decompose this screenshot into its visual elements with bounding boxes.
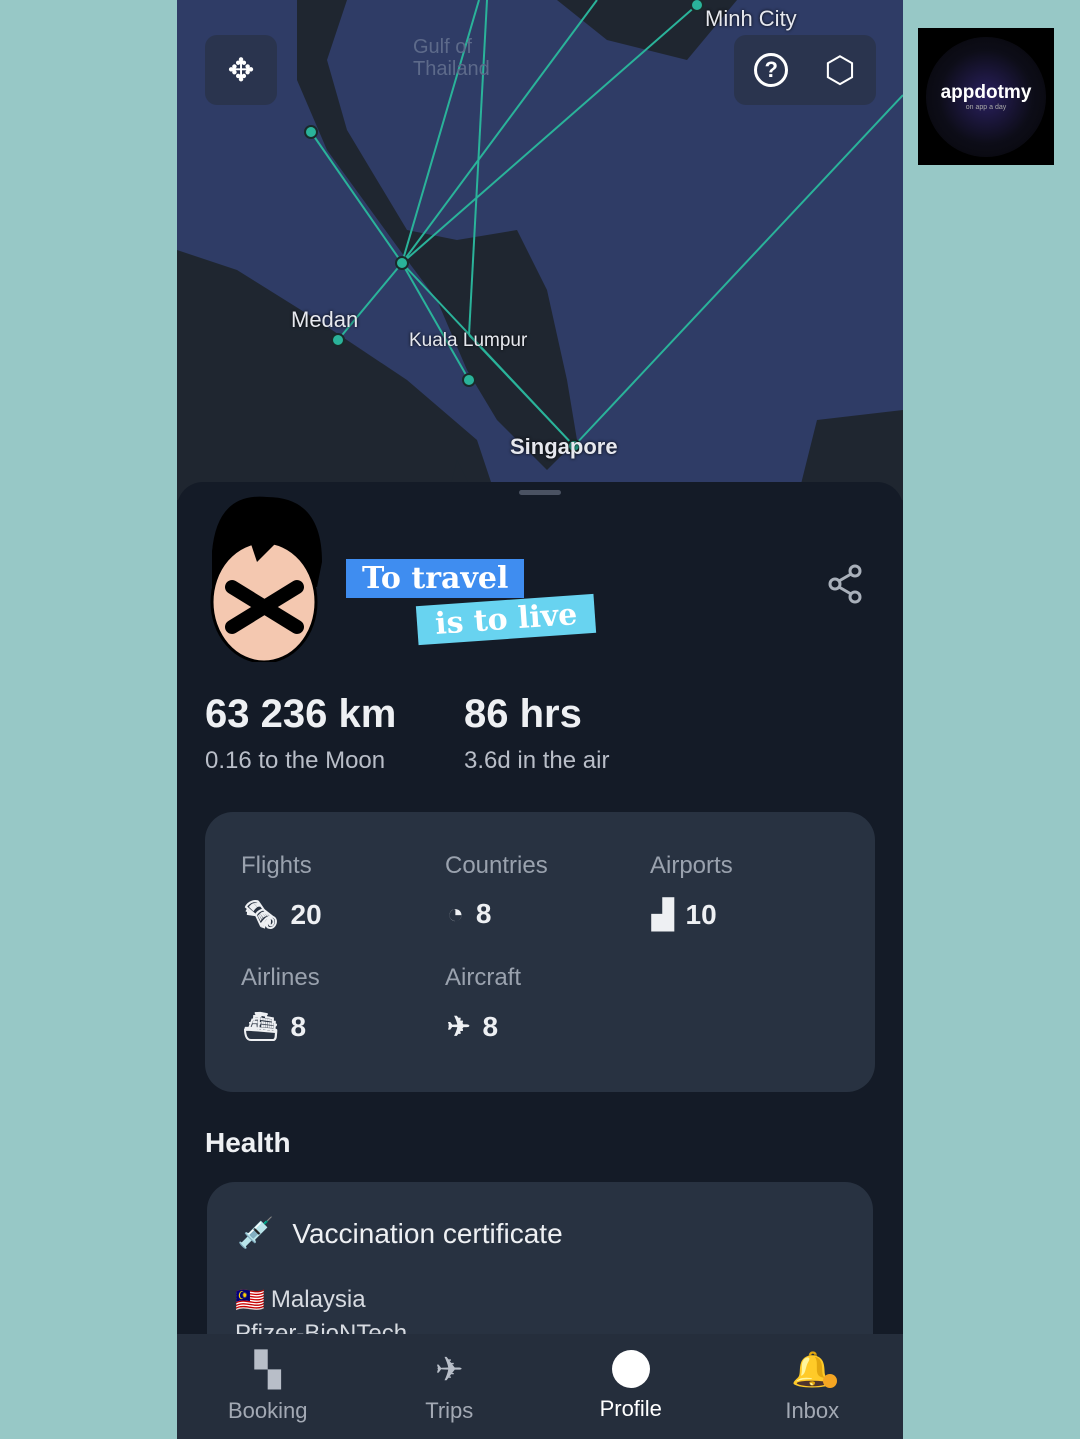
aircraft-value: 8 [482,1010,499,1042]
flights-value: 20 [290,898,322,930]
aircraft-stat[interactable]: ✈ 8 [447,1010,498,1043]
avatar[interactable] [197,492,331,664]
map-label-medan: Medan [291,307,359,332]
nav-label: Booking [227,1398,308,1423]
aircraft-label: Aircraft [445,964,522,991]
distance-value: 63 236 km [205,692,397,736]
airlines-stat[interactable]: ⛴ 8 [243,1010,306,1043]
settings-icon[interactable]: ⬡ [824,49,855,91]
phone-screen: Minh City Gulf of Thailand Medan Kuala L… [177,0,903,1439]
notification-badge [823,1374,838,1388]
countries-label: Countries [445,852,548,879]
nav-profile[interactable]: Profile [540,1334,722,1439]
nav-label: Profile [599,1396,662,1421]
drag-handle[interactable] [519,490,561,495]
airlines-label: Airlines [241,964,320,991]
nav-label: Inbox [785,1398,840,1423]
map-label-hcmc: Minh City [705,6,797,31]
bottom-nav: ▚ Booking ✈ Trips Profile 🔔 Inbox [177,1334,903,1439]
time-value: 86 hrs [464,692,582,736]
flights-stat[interactable]: 🗞 20 [243,898,322,931]
map-label-kl: Kuala Lumpur [409,330,528,351]
airport-icon: ▟ [652,899,674,930]
plane-icon: ✈ [435,1351,464,1389]
time-sub: 3.6d in the air [464,747,610,774]
nav-trips[interactable]: ✈ Trips [359,1334,541,1439]
nav-inbox[interactable]: 🔔 Inbox [722,1334,904,1439]
help-icon[interactable]: ? [754,53,789,87]
booking-icon: ▚ [254,1351,281,1389]
flights-label: Flights [241,852,312,879]
watermark-logo: appdotmy on app a day [918,28,1054,165]
map-label-singapore: Singapore [510,434,618,459]
share-icon [828,564,862,604]
summary-card: Flights 🗞 20 Countries ◔ 8 Airports ▟ 10 Ai… [205,812,875,1092]
tagline-2: is to live [415,593,597,646]
fullscreen-button[interactable]: ✥ [205,35,277,105]
tagline-1: To travel [346,559,525,598]
expand-arrows-icon: ✥ [227,52,255,88]
plane-icon: ✈ [447,1011,471,1042]
bell-icon: 🔔 [791,1350,838,1390]
globe-pin-icon: ◔ [447,898,464,929]
vaccination-country: Malaysia [270,1286,366,1313]
airports-label: Airports [650,852,733,879]
distance-sub: 0.16 to the Moon [205,747,386,774]
nav-label: Trips [425,1398,474,1423]
countries-stat[interactable]: ◔ 8 [447,898,492,930]
malaysia-flag-icon: 🇲🇾 [235,1287,265,1314]
map-controls: ? ⬡ [734,35,876,105]
profile-sheet: To travel is to live 63 236 km 0.16 to t… [177,482,903,1439]
profile-icon [611,1350,650,1388]
ticket-icon: 🗞 [243,899,279,930]
health-heading: Health [205,1127,291,1158]
airports-value: 10 [685,898,717,930]
countries-value: 8 [475,898,492,929]
vaccination-title: Vaccination certificate [292,1217,563,1249]
airline-icon: ⛴ [243,1011,279,1042]
syringe-icon: 💉 [237,1217,275,1250]
share-button[interactable] [827,564,863,613]
airlines-value: 8 [290,1010,307,1042]
map-label-gulf: Gulf of Thailand [413,36,490,80]
flight-map[interactable]: Minh City Gulf of Thailand Medan Kuala L… [177,0,903,500]
nav-booking[interactable]: ▚ Booking [177,1334,359,1439]
airports-stat[interactable]: ▟ 10 [652,898,717,931]
